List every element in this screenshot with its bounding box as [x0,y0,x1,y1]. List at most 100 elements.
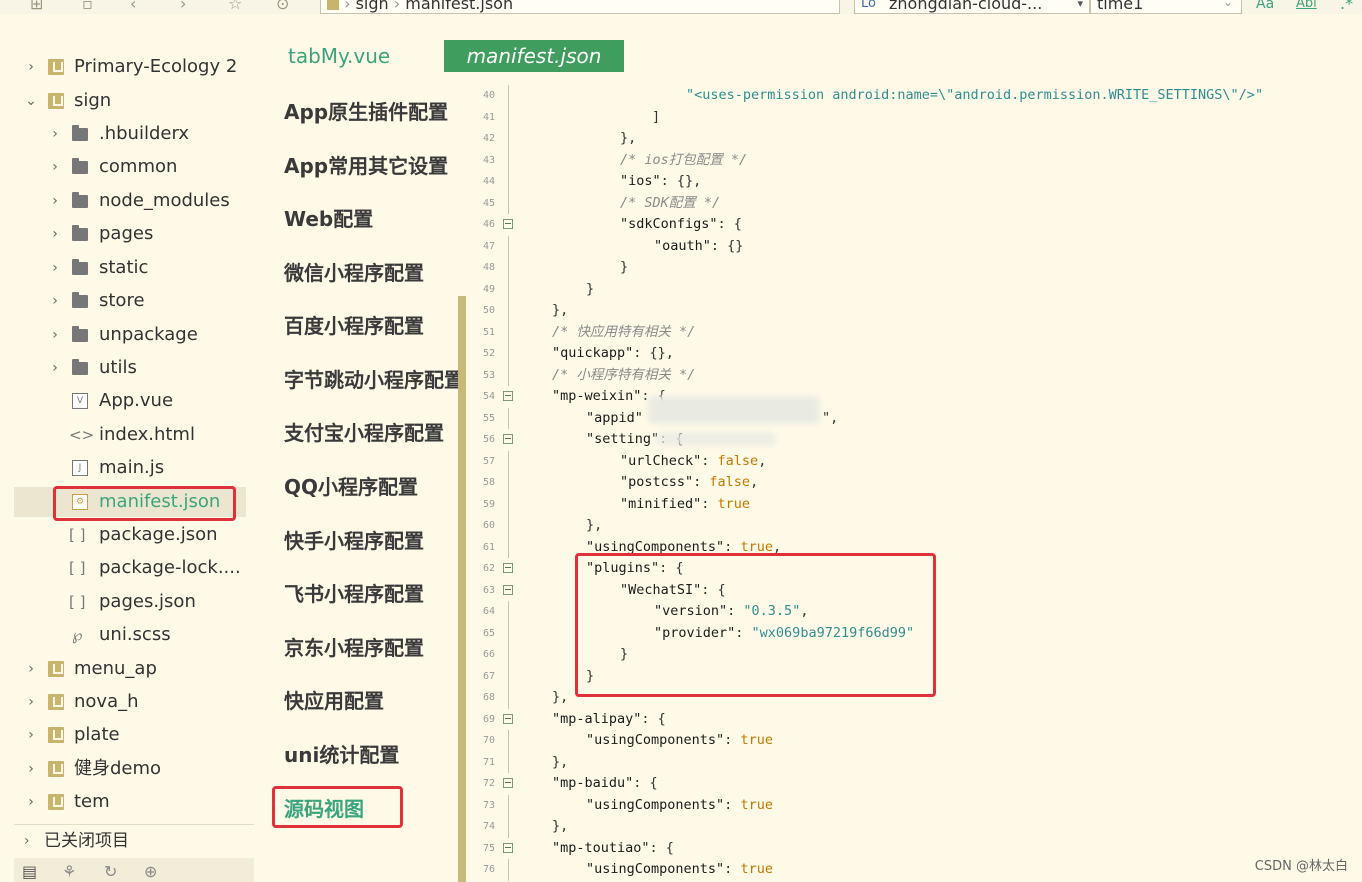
tree-project-fitness-demo[interactable]: › 健身demo [14,754,246,784]
git-icon[interactable]: ↻ [104,862,117,881]
category-baidu-mp[interactable]: 百度小程序配置 [284,311,466,341]
category-uni-stat[interactable]: uni统计配置 [284,740,466,770]
tree-file-main-js[interactable]: J main.js [14,453,246,483]
tree-file-app-vue[interactable]: V App.vue [14,386,246,416]
tree-project-sign[interactable]: ⌄ sign [14,86,246,116]
category-web[interactable]: Web配置 [284,204,466,234]
category-quickapp[interactable]: 快应用配置 [284,686,466,716]
chevron-right-icon[interactable]: › [24,687,38,717]
plugin-icon[interactable]: ⚘ [62,862,76,881]
project-icon [48,694,64,710]
category-alipay-mp[interactable]: 支付宝小程序配置 [284,418,466,448]
tree-project-menu-ap[interactable]: › menu_ap [14,654,246,684]
tab-manifest-json[interactable]: manifest.json [444,40,624,72]
closed-projects-label: 已关闭项目 [44,831,129,851]
code-text: }, [620,130,637,146]
chevron-right-icon[interactable]: › [24,826,30,856]
chevron-right-icon[interactable]: › [24,720,38,750]
tree-folder-store[interactable]: › store [14,286,246,316]
tree-project-plate[interactable]: › plate [14,720,246,750]
chevron-right-icon[interactable]: › [24,654,38,684]
tree-file-package-json[interactable]: [ ] package.json [14,520,246,550]
breadcrumb-file[interactable]: manifest.json [405,0,513,13]
chevron-right-icon[interactable]: › [24,754,38,784]
category-feishu-mp[interactable]: 飞书小程序配置 [284,579,466,609]
fold-icon[interactable] [503,584,513,595]
tree-folder-utils[interactable]: › utils [14,353,246,383]
code-line: 49} [467,278,1362,300]
chevron-down-icon[interactable]: ⌄ [1223,0,1233,11]
tree-folder-hbuilderx[interactable]: › .hbuilderx [14,119,246,149]
highlight-source-view [272,786,403,828]
tree-folder-pages[interactable]: › pages [14,219,246,249]
chevron-right-icon[interactable]: › [48,152,62,182]
fold-icon[interactable] [503,219,513,229]
category-app-native-plugins[interactable]: App原生插件配置 [284,97,466,127]
chevron-right-icon[interactable]: › [48,286,62,316]
back-icon[interactable]: ‹ [130,0,136,12]
project-icon [48,661,64,677]
fold-icon[interactable] [503,391,513,401]
breadcrumb[interactable]: › sign › manifest.json [320,0,840,14]
category-scrollbar[interactable] [458,296,466,882]
category-kuaishou-mp[interactable]: 快手小程序配置 [284,526,466,556]
category-toutiao-mp[interactable]: 字节跳动小程序配置 [284,365,466,395]
tree-project-tem[interactable]: › tem [14,787,246,817]
tab-tabmy-vue[interactable]: tabMy.vue [288,40,390,72]
line-number: 68 [482,692,495,703]
category-app-other-settings[interactable]: App常用其它设置 [284,151,466,181]
code-text: : { [641,710,666,727]
code-line: 50}, [467,300,1362,322]
regex-icon[interactable]: .* [1340,0,1353,12]
fold-icon[interactable] [503,563,513,573]
save-icon[interactable]: ▫ [82,0,93,12]
category-qq-mp[interactable]: QQ小程序配置 [284,472,466,502]
line-number: 45 [482,197,495,209]
chevron-right-icon[interactable]: › [48,320,62,350]
line-number: 70 [482,735,495,746]
tree-project-nova-h[interactable]: › nova_h [14,687,246,717]
search-input[interactable]: Lo zhongdian-cloud-... ▾ [854,0,1090,14]
chevron-down-icon[interactable]: ⌄ [24,86,38,116]
files-icon[interactable]: ▤ [22,862,37,881]
chevron-down-icon[interactable]: ▾ [1077,0,1083,13]
fold-icon[interactable] [503,713,513,724]
line-number: 63 [482,584,495,596]
code-editor[interactable]: 40 "<uses-permission android:name=\"andro… [467,82,1362,882]
new-file-icon[interactable]: ⊞ [30,0,43,12]
chevron-right-icon[interactable]: › [48,253,62,283]
tree-file-uni-scss[interactable]: ℘ uni.scss [14,620,246,650]
whole-word-icon[interactable]: Abl [1296,0,1317,12]
category-weixin-mp[interactable]: 微信小程序配置 [284,258,466,288]
tree-folder-static[interactable]: › static [14,253,246,283]
star-icon[interactable]: ☆ [228,0,242,12]
globe-icon[interactable]: ⊕ [144,862,157,881]
match-case-icon[interactable]: Aa [1256,0,1274,12]
chevron-right-icon[interactable]: › [48,119,62,149]
redacted-area [656,432,776,446]
tree-project-primary-ecology[interactable]: › Primary-Ecology 2 [14,52,246,82]
code-comment: /* SDK配置 */ [620,194,721,211]
breadcrumb-project[interactable]: sign [356,0,389,13]
tree-file-package-lock-json[interactable]: [ ] package-lock.... [14,553,246,583]
fold-icon[interactable] [503,778,513,788]
replace-input[interactable]: time1 ⌄ [1090,0,1242,14]
chevron-right-icon[interactable]: › [48,186,62,216]
tree-item-label: store [99,290,145,311]
tree-folder-common[interactable]: › common [14,152,246,182]
fold-icon[interactable] [503,434,513,444]
tree-folder-unpackage[interactable]: › unpackage [14,320,246,350]
forward-icon[interactable]: › [180,0,186,12]
line-number: 57 [482,455,495,467]
chevron-right-icon[interactable]: › [48,353,62,383]
chevron-right-icon[interactable]: › [24,52,38,82]
category-jd-mp[interactable]: 京东小程序配置 [284,633,466,663]
chevron-right-icon[interactable]: › [48,219,62,249]
json-key: "usingComponents" [586,732,725,748]
fold-icon[interactable] [503,842,513,853]
tree-folder-node-modules[interactable]: › node_modules [14,186,246,216]
tree-file-index-html[interactable]: <> index.html [14,420,246,450]
run-icon[interactable]: ⊙ [276,0,289,12]
chevron-right-icon[interactable]: › [24,787,38,817]
tree-file-pages-json[interactable]: [ ] pages.json [14,587,246,617]
